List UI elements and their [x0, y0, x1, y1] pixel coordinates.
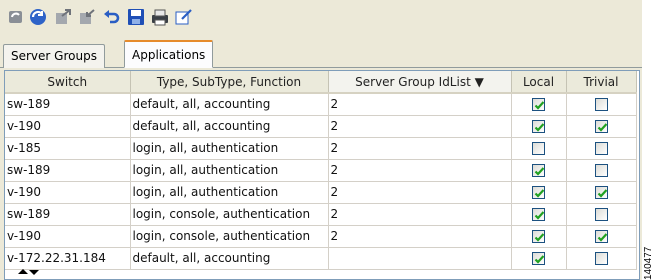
cell-function[interactable]: login, all, authentication — [130, 159, 329, 182]
local-checkbox[interactable] — [532, 186, 545, 199]
cell-server-group-idlist[interactable]: 2 — [328, 225, 512, 248]
cell-switch[interactable]: v-190 — [5, 115, 131, 138]
app-panel: Server Groups Applications Switch Type, … — [0, 0, 642, 280]
column-header-function[interactable]: Type, SubType, Function — [130, 71, 329, 94]
column-header-local[interactable]: Local — [511, 71, 567, 94]
cell-local — [511, 203, 567, 226]
column-header-switch[interactable]: Switch — [5, 71, 131, 94]
cell-server-group-idlist[interactable] — [328, 247, 512, 270]
print-icon[interactable] — [148, 5, 172, 29]
refresh-icon[interactable] — [4, 5, 28, 29]
table-row[interactable]: sw-189 login, all, authentication 2 — [5, 159, 637, 182]
trivial-checkbox[interactable] — [594, 142, 608, 155]
cell-switch[interactable]: v-172.22.31.184 — [5, 247, 131, 270]
trivial-checkbox[interactable] — [594, 186, 608, 199]
table-row[interactable]: v-190 default, all, accounting 2 — [5, 115, 637, 138]
cell-function[interactable]: login, all, authentication — [130, 137, 329, 160]
cell-function[interactable]: default, all, accounting — [130, 93, 329, 116]
cell-trivial — [566, 159, 637, 182]
table-row[interactable]: sw-189 login, console, authentication 2 — [5, 203, 637, 226]
cell-function[interactable]: default, all, accounting — [130, 115, 329, 138]
local-checkbox[interactable] — [532, 230, 545, 243]
toolbar — [0, 0, 642, 38]
table-header-row: Switch Type, SubType, Function Server Gr… — [5, 71, 637, 94]
column-header-server-group-idlist[interactable]: Server Group IdList ▼ — [328, 71, 512, 94]
cell-server-group-idlist[interactable]: 2 — [328, 137, 512, 160]
splitter-grip-icon[interactable] — [14, 268, 44, 280]
local-checkbox[interactable] — [532, 252, 545, 265]
local-checkbox[interactable] — [532, 164, 545, 177]
local-checkbox[interactable] — [532, 98, 545, 112]
trivial-checkbox[interactable] — [594, 98, 608, 112]
table-row[interactable]: v-190 login, console, authentication 2 — [5, 225, 637, 248]
cell-trivial — [566, 115, 637, 138]
globe-refresh-icon[interactable] — [26, 5, 50, 29]
edit-icon[interactable] — [172, 5, 196, 29]
cell-switch[interactable]: sw-189 — [5, 93, 131, 116]
cell-server-group-idlist[interactable]: 2 — [328, 93, 512, 116]
cell-trivial — [566, 93, 637, 116]
table-row[interactable]: v-172.22.31.184 default, all, accounting — [5, 247, 637, 270]
tab-server-groups[interactable]: Server Groups — [3, 44, 105, 68]
undo-icon[interactable] — [100, 5, 124, 29]
trivial-checkbox[interactable] — [594, 230, 608, 243]
cell-local — [511, 115, 567, 138]
save-icon[interactable] — [124, 5, 148, 29]
cell-server-group-idlist[interactable]: 2 — [328, 115, 512, 138]
local-checkbox[interactable] — [532, 208, 545, 221]
cell-switch[interactable]: v-190 — [5, 181, 131, 204]
cell-switch[interactable]: v-190 — [5, 225, 131, 248]
cell-trivial — [566, 225, 637, 248]
figure-id: 140477 — [643, 246, 654, 280]
cell-server-group-idlist[interactable]: 2 — [328, 181, 512, 204]
import-icon[interactable] — [75, 5, 99, 29]
cell-trivial — [566, 203, 637, 226]
cell-local — [511, 181, 567, 204]
cell-local — [511, 93, 567, 116]
applications-table: Switch Type, SubType, Function Server Gr… — [4, 70, 640, 280]
table-row[interactable]: sw-189 default, all, accounting 2 — [5, 93, 637, 116]
export-icon[interactable] — [51, 5, 75, 29]
trivial-checkbox[interactable] — [594, 164, 608, 177]
cell-server-group-idlist[interactable]: 2 — [328, 203, 512, 226]
column-header-trivial[interactable]: Trivial — [566, 71, 637, 94]
cell-function[interactable]: default, all, accounting — [130, 247, 329, 270]
cell-local — [511, 247, 567, 270]
cell-function[interactable]: login, console, authentication — [130, 225, 329, 248]
tab-applications[interactable]: Applications — [124, 40, 214, 68]
cell-local — [511, 137, 567, 160]
local-checkbox[interactable] — [532, 120, 545, 133]
cell-switch[interactable]: v-185 — [5, 137, 131, 160]
cell-local — [511, 159, 567, 182]
cell-function[interactable]: login, console, authentication — [130, 203, 329, 226]
cell-trivial — [566, 247, 637, 270]
cell-function[interactable]: login, all, authentication — [130, 181, 329, 204]
local-checkbox[interactable] — [532, 142, 545, 155]
cell-server-group-idlist[interactable]: 2 — [328, 159, 512, 182]
trivial-checkbox[interactable] — [594, 252, 608, 265]
table-row[interactable]: v-185 login, all, authentication 2 — [5, 137, 637, 160]
trivial-checkbox[interactable] — [594, 208, 608, 221]
tab-bar: Server Groups Applications — [0, 38, 642, 68]
cell-switch[interactable]: sw-189 — [5, 203, 131, 226]
cell-switch[interactable]: sw-189 — [5, 159, 131, 182]
cell-trivial — [566, 181, 637, 204]
cell-trivial — [566, 137, 637, 160]
trivial-checkbox[interactable] — [594, 120, 608, 133]
cell-local — [511, 225, 567, 248]
table-row[interactable]: v-190 login, all, authentication 2 — [5, 181, 637, 204]
